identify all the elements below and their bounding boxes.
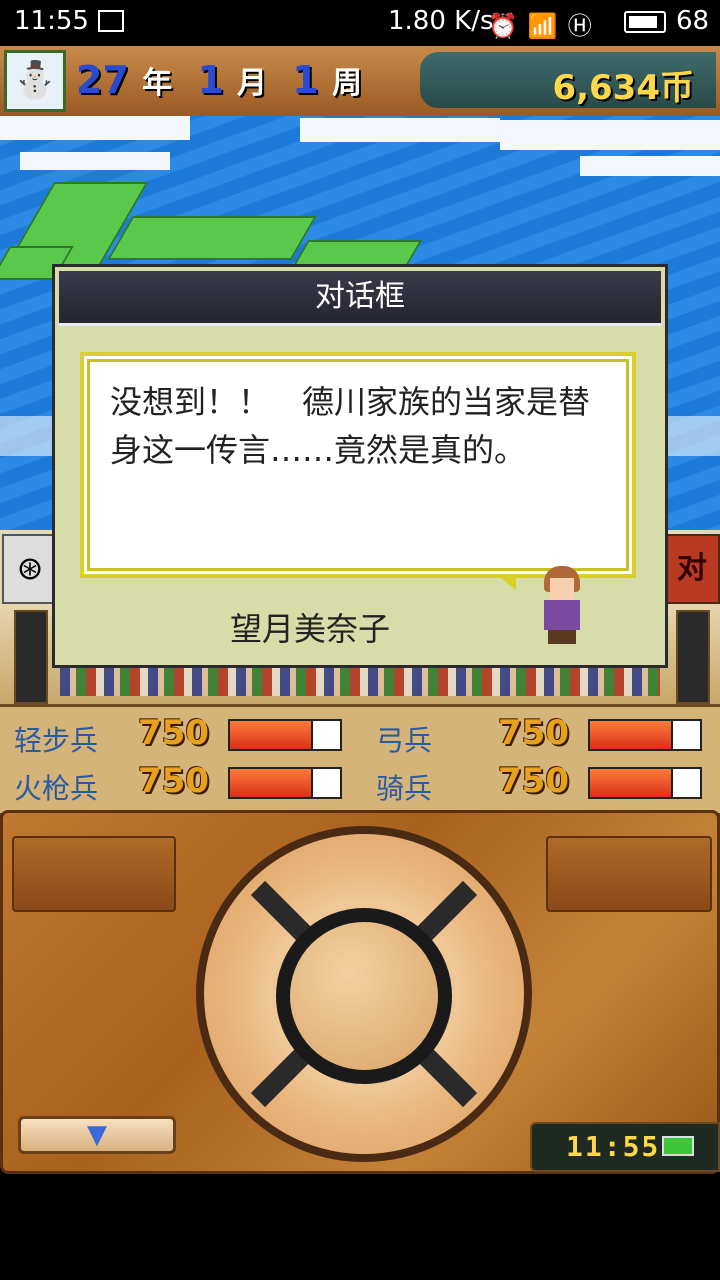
troop-label: 弓兵 — [376, 724, 433, 757]
week-unit: 周 — [331, 66, 362, 101]
troop-hp-bar — [228, 719, 342, 751]
status-bar: 11:55 1.80 K/s ⏰📶Ⓗ 68 — [0, 0, 720, 46]
troop-value: 750 — [498, 713, 569, 753]
troop-hp-bar — [588, 719, 702, 751]
troop-label: 轻步兵 — [14, 724, 99, 757]
troop-hp-bar — [588, 767, 702, 799]
character-portrait — [536, 566, 592, 644]
year-unit: 年 — [142, 66, 173, 101]
year-number: 27 — [76, 58, 129, 102]
troop-label: 火枪兵 — [14, 772, 99, 805]
troop-value: 750 — [498, 761, 569, 801]
status-time: 11:55 — [14, 6, 89, 36]
left-shoulder-button[interactable] — [12, 836, 176, 912]
down-arrow-icon: ▼ — [87, 1120, 107, 1150]
clock-time: 11:55 — [566, 1130, 661, 1163]
vs-badge: 对 — [664, 534, 720, 604]
map-land — [107, 216, 317, 260]
troop-hp-bar — [228, 767, 342, 799]
right-shoulder-button[interactable] — [546, 836, 712, 912]
troop-stats: 轻步兵 750 弓兵 750 火枪兵 750 骑兵 750 — [0, 704, 720, 816]
battery-icon — [624, 11, 666, 33]
month-unit: 月 — [237, 66, 268, 101]
coin-count: 6,634币 — [552, 68, 694, 108]
snowman-avatar-icon[interactable]: ⛄ — [4, 50, 66, 112]
network-speed: 1.80 K/s — [388, 6, 494, 36]
speech-bubble[interactable]: 没想到！！ 德川家族的当家是替身这一传言……竟然是真的。 — [80, 352, 636, 578]
war-banner — [14, 610, 48, 704]
image-icon — [98, 10, 124, 32]
troop-value: 750 — [138, 713, 209, 753]
month-number: 1 — [197, 58, 224, 102]
status-icons: ⏰📶Ⓗ — [488, 12, 602, 40]
game-header: ⛄ 27 年 1 月 1 周 6,634币 — [0, 46, 720, 119]
speaker-name: 望月美奈子 — [229, 610, 390, 648]
dpad-center-button[interactable] — [276, 908, 452, 1084]
dialog-title: 对话框 — [59, 271, 661, 326]
game-date: 27 年 1 月 1 周 — [76, 58, 374, 102]
army-soldiers — [60, 664, 660, 696]
speech-bubble-tail — [496, 574, 516, 590]
clan-crest-icon: ⊛ — [2, 534, 58, 604]
coin-display: 6,634币 — [420, 52, 716, 108]
battery-icon — [662, 1136, 694, 1156]
dialog-message: 没想到！！ 德川家族的当家是替身这一传言……竟然是真的。 — [110, 383, 591, 469]
scroll-down-button[interactable]: ▼ — [18, 1116, 176, 1154]
game-clock: 11:55 — [530, 1122, 720, 1172]
troop-label: 骑兵 — [376, 772, 433, 805]
troop-value: 750 — [138, 761, 209, 801]
war-banner — [676, 610, 710, 704]
battery-level: 68 — [676, 6, 710, 36]
week-number: 1 — [292, 58, 319, 102]
